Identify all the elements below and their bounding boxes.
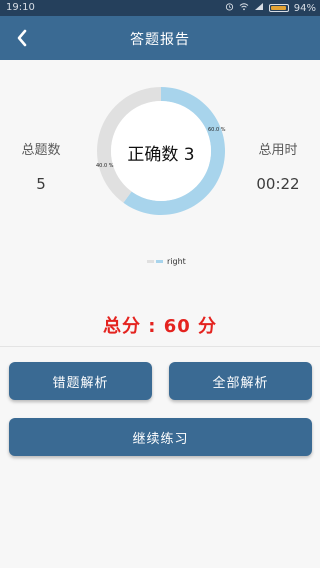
wifi-icon — [239, 2, 249, 14]
battery-fill — [270, 6, 286, 10]
total-questions-stat: 总题数 5 — [14, 139, 68, 193]
chart-legend: right — [147, 257, 186, 266]
total-time-stat: 总用时 00:22 — [248, 139, 308, 193]
legend-swatch — [147, 260, 163, 263]
total-questions-value: 5 — [36, 175, 46, 193]
app-header: 答题报告 — [0, 16, 320, 60]
battery-icon — [268, 4, 289, 12]
wrong-answers-analysis-button[interactable]: 错题解析 — [9, 362, 152, 400]
total-questions-label: 总题数 — [21, 143, 61, 158]
legend-swatch-correct — [156, 260, 163, 263]
alarm-icon — [225, 2, 234, 14]
correct-count-label: 正确数 3 — [127, 145, 195, 165]
legend-swatch-other — [147, 260, 154, 263]
all-answers-analysis-button[interactable]: 全部解析 — [169, 362, 312, 400]
continue-practice-button[interactable]: 继续练习 — [9, 418, 312, 456]
slice-label-correct: 60.0 % — [208, 127, 226, 133]
total-time-label: 总用时 — [258, 143, 298, 158]
total-score: 总分 : 60 分 — [102, 316, 218, 337]
legend-label: right — [167, 257, 186, 266]
signal-icon — [254, 2, 264, 14]
status-bar: 19:10 94% — [0, 0, 320, 16]
status-time: 19:10 — [6, 2, 35, 13]
total-time-value: 00:22 — [256, 175, 300, 193]
battery-percent: 94% — [293, 2, 316, 14]
slice-label-other: 40.0 % — [96, 163, 114, 169]
status-icons: 94% — [225, 2, 316, 14]
page-title: 答题报告 — [130, 32, 190, 48]
divider — [0, 346, 320, 347]
